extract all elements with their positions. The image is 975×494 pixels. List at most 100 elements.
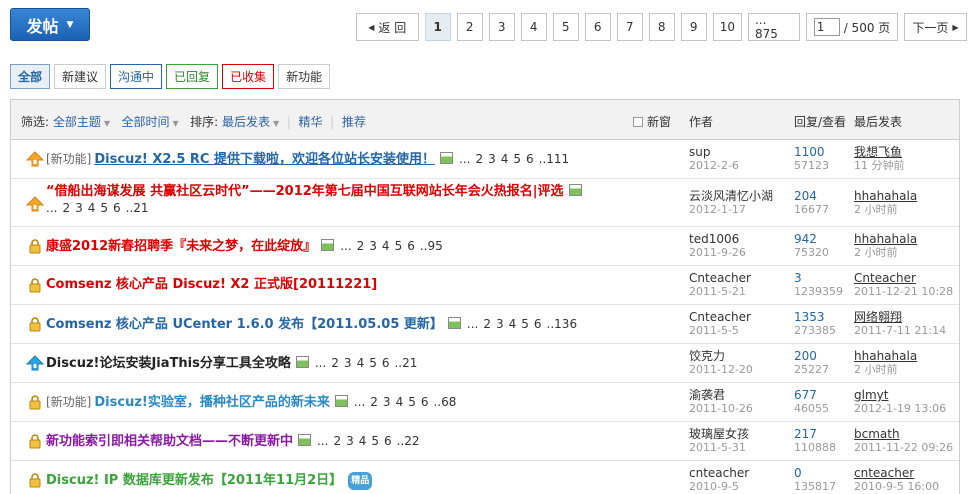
thread-page-link[interactable]: 6: [534, 317, 542, 331]
page-2-button[interactable]: 2: [456, 13, 483, 41]
all-topics-dropdown[interactable]: 全部主题 ▼: [53, 115, 110, 129]
thread-page-link[interactable]: ..22: [397, 434, 420, 448]
sort-dropdown[interactable]: 最后发表 ▼: [222, 115, 279, 129]
author-link[interactable]: 饺克力: [689, 349, 753, 363]
page-10-button[interactable]: 10: [712, 13, 742, 41]
thread-title-link[interactable]: Discuz! X2.5 RC 提供下载啦，欢迎各位站长安装使用！: [94, 152, 435, 167]
thread-page-link[interactable]: 6: [113, 201, 121, 215]
thread-title-link[interactable]: Comsenz 核心产品 UCenter 1.6.0 发布【2011.05.05…: [46, 317, 443, 332]
last-poster-link[interactable]: 网络翱翔: [854, 310, 946, 324]
thread-page-link[interactable]: 5: [371, 434, 379, 448]
thread-page-link[interactable]: ..21: [394, 356, 417, 370]
thread-title-link[interactable]: 新功能索引即相关帮助文档——不断更新中: [46, 434, 293, 449]
thread-page-link[interactable]: 2: [357, 239, 365, 253]
thread-page-link[interactable]: 2: [475, 152, 483, 166]
thread-title-link[interactable]: Discuz!实验室，播种社区产品的新未来: [94, 395, 329, 410]
thread-page-link[interactable]: 4: [382, 239, 390, 253]
thread-page-link[interactable]: 3: [75, 201, 83, 215]
thread-page-link[interactable]: 3: [346, 434, 354, 448]
page-jump-input[interactable]: 1: [813, 18, 840, 36]
thread-type-label[interactable]: [新功能]: [46, 152, 91, 166]
page-8-button[interactable]: 8: [648, 13, 675, 41]
new-window-checkbox[interactable]: [633, 116, 643, 127]
thread-page-link[interactable]: 5: [100, 201, 108, 215]
thread-page-link[interactable]: 6: [421, 395, 429, 409]
thread-page-link[interactable]: 5: [369, 356, 377, 370]
thread-page-link[interactable]: ..95: [420, 239, 443, 253]
prev-page-button[interactable]: ◀ 返 回: [355, 13, 419, 41]
thread-title-link[interactable]: Discuz! IP 数据库更新发布【2011年11月2日】: [46, 473, 342, 488]
reply-count[interactable]: 3: [794, 271, 843, 285]
page-4-button[interactable]: 4: [520, 13, 547, 41]
new-window-toggle[interactable]: 新窗: [633, 113, 671, 130]
thread-page-link[interactable]: 6: [382, 356, 390, 370]
page-1-button[interactable]: 1: [424, 13, 451, 41]
last-post-time[interactable]: 2 小时前: [854, 203, 917, 217]
reply-count[interactable]: 942: [794, 232, 829, 246]
last-poster-link[interactable]: 我想飞鱼: [854, 145, 905, 159]
thread-page-link[interactable]: 2: [331, 356, 339, 370]
thread-page-link[interactable]: 6: [384, 434, 392, 448]
last-poster-link[interactable]: Cnteacher: [854, 271, 953, 285]
thread-page-link[interactable]: 5: [521, 317, 529, 331]
post-button[interactable]: 发帖 ▼: [10, 8, 90, 41]
thread-page-link[interactable]: 5: [395, 239, 403, 253]
thread-page-link[interactable]: ..21: [126, 201, 149, 215]
author-link[interactable]: cnteacher: [689, 466, 749, 480]
thread-title-link[interactable]: “借船出海谋发展 共赢社区云时代”——2012年第七届中国互联网站长年会火热报名…: [46, 184, 564, 199]
author-link[interactable]: Cnteacher: [689, 310, 751, 324]
reply-count[interactable]: 1353: [794, 310, 836, 324]
thread-page-link[interactable]: 3: [383, 395, 391, 409]
last-poster-link[interactable]: glmyt: [854, 388, 946, 402]
thread-page-link[interactable]: 5: [408, 395, 416, 409]
thread-page-link[interactable]: 4: [359, 434, 367, 448]
tab-communicating[interactable]: 沟通中: [110, 64, 163, 89]
last-poster-link[interactable]: cnteacher: [854, 466, 939, 480]
reply-count[interactable]: 1100: [794, 145, 829, 159]
tab-new-suggestion[interactable]: 新建议: [54, 64, 107, 89]
last-poster-link[interactable]: hhahahala: [854, 189, 917, 203]
thread-page-link[interactable]: 4: [396, 395, 404, 409]
page-5-button[interactable]: 5: [552, 13, 579, 41]
reply-count[interactable]: 200: [794, 349, 829, 363]
reply-count[interactable]: 0: [794, 466, 836, 480]
author-link[interactable]: 渝袭君: [689, 388, 753, 402]
page-3-button[interactable]: 3: [488, 13, 515, 41]
author-link[interactable]: 玻璃屋女孩: [689, 427, 749, 441]
tab-all[interactable]: 全部: [10, 64, 51, 89]
thread-page-link[interactable]: 6: [407, 239, 415, 253]
thread-title-link[interactable]: Discuz!论坛安装JiaThis分享工具全攻略: [46, 356, 291, 371]
author-link[interactable]: ted1006: [689, 232, 746, 246]
reply-count[interactable]: 217: [794, 427, 836, 441]
thread-page-link[interactable]: 4: [88, 201, 96, 215]
page-6-button[interactable]: 6: [584, 13, 611, 41]
thread-page-link[interactable]: 2: [370, 395, 378, 409]
thread-title-link[interactable]: Comsenz 核心产品 Discuz! X2 正式版[20111221]: [46, 277, 377, 292]
next-page-button[interactable]: 下一页 ▶: [904, 13, 967, 41]
reply-count[interactable]: 204: [794, 189, 829, 203]
thread-page-link[interactable]: 4: [501, 152, 509, 166]
thread-title-link[interactable]: 康盛2012新春招聘季『未来之梦，在此绽放』: [46, 239, 316, 254]
last-post-time[interactable]: 2010-9-5 16:00: [854, 480, 939, 494]
page-7-button[interactable]: 7: [616, 13, 643, 41]
thread-type-label[interactable]: [新功能]: [46, 395, 91, 409]
thread-page-link[interactable]: ..136: [547, 317, 578, 331]
last-post-time[interactable]: 2012-1-19 13:06: [854, 402, 946, 416]
thread-page-link[interactable]: 3: [496, 317, 504, 331]
last-poster-link[interactable]: hhahahala: [854, 232, 917, 246]
thread-page-link[interactable]: 2: [483, 317, 491, 331]
page-9-button[interactable]: 9: [680, 13, 707, 41]
thread-page-link[interactable]: 6: [526, 152, 534, 166]
last-post-time[interactable]: 2011-11-22 09:26: [854, 441, 953, 455]
last-post-time[interactable]: 2 小时前: [854, 246, 917, 260]
all-time-dropdown[interactable]: 全部时间 ▼: [122, 115, 179, 129]
author-link[interactable]: sup: [689, 145, 739, 159]
last-poster-link[interactable]: hhahahala: [854, 349, 917, 363]
author-link[interactable]: 云淡风清忆小湖: [689, 189, 773, 203]
thread-page-link[interactable]: 5: [513, 152, 521, 166]
thread-page-link[interactable]: 3: [488, 152, 496, 166]
tab-replied[interactable]: 已回复: [166, 64, 219, 89]
recommend-filter-link[interactable]: 推荐: [342, 115, 366, 129]
tab-collected[interactable]: 已收集: [222, 64, 275, 89]
thread-page-link[interactable]: 2: [62, 201, 70, 215]
